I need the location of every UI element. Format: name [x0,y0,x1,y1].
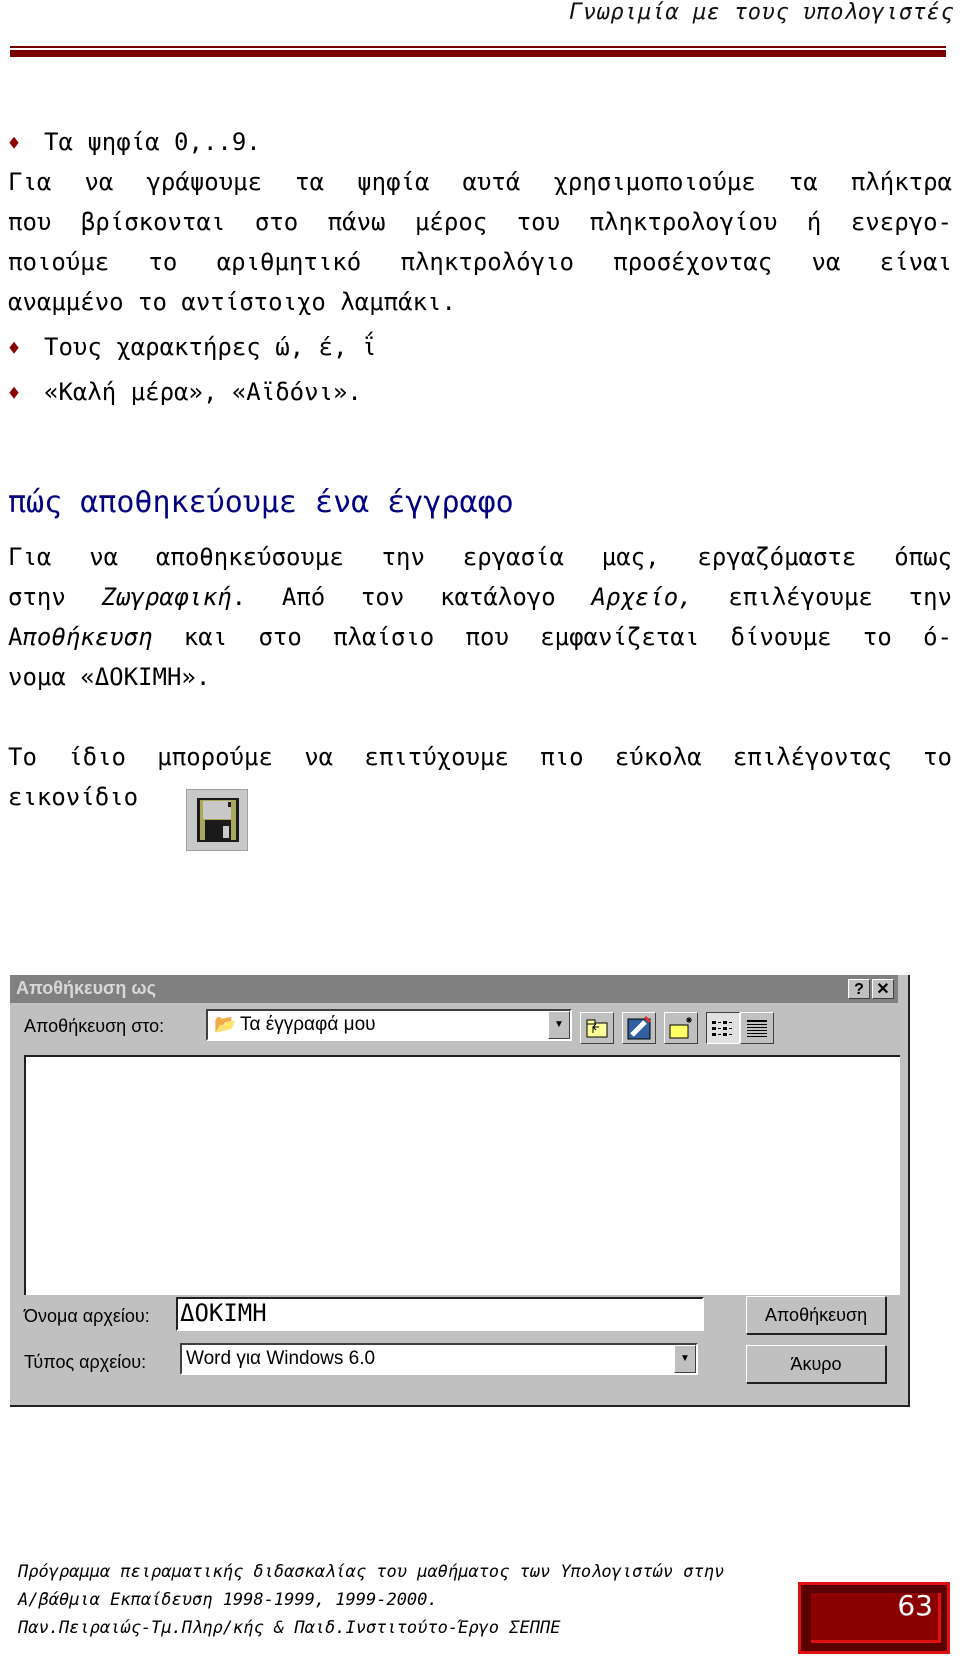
folder-open-icon: 📂 [214,1014,237,1034]
save-in-label: Αποθήκευση στο: [24,1016,165,1036]
paragraph-line: νομα «ΔΟΚΙΜΗ». [8,663,211,691]
filetype-label: Τύπος αρχείου: [24,1352,147,1372]
filetype-dropdown[interactable]: Word για Windows 6.0 ▼ [180,1343,698,1375]
page-number-badge: 63 [798,1582,950,1654]
save-in-dropdown[interactable]: 📂 Τα έγγραφά μου ▼ [206,1009,572,1041]
list-item-characters: ♦ Τους χαρακτήρες ώ, έ, ΐ [8,327,376,368]
text-run-italic: Αρχείο, [591,583,693,611]
chevron-down-icon[interactable]: ▼ [548,1011,570,1039]
header-rule-thin [10,46,946,48]
paragraph-line: εικονίδιο [8,783,139,811]
list-item-text: Τους χαρακτήρες ώ, έ, ΐ [44,333,377,361]
new-folder-button[interactable] [664,1012,698,1044]
text-run: και στο πλαίσιο που εμφανίζεται δίνουμε … [152,623,952,651]
paragraph-line: που βρίσκονται στο πάνω μέρος του πληκτρ… [8,208,952,236]
list-item-digits: ♦ Τα ψηφία 0,..9. [8,122,261,163]
save-in-value: Τα έγγραφά μου [240,1014,376,1035]
list-view-button[interactable] [706,1012,740,1044]
file-list-pane[interactable] [24,1055,900,1295]
save-as-dialog: Αποθήκευση ως ? ✕ Αποθήκευση στο: 📂 Τα έ… [10,975,910,1407]
header-rule-thick [10,50,946,57]
running-header-title: Γνωριμία με τους υπολογιστές [569,0,954,25]
diamond-bullet-icon: ♦ [8,336,21,360]
filename-value: ΔΟΚΙΜΗ [180,1299,267,1327]
chevron-down-icon[interactable]: ▼ [674,1345,696,1373]
paragraph-line: Για να γράψουμε τα ψηφία αυτά χρησιμοποι… [8,168,952,196]
filetype-value: Word για Windows 6.0 [186,1348,376,1369]
section-heading: πώς αποθηκεύουμε ένα έγγραφο [8,485,514,520]
dialog-title: Αποθήκευση ως [16,978,156,998]
text-run: . Από τον κατάλογο [231,583,592,611]
paragraph-line: στην Ζωγραφική. Από τον κατάλογο Αρχείο,… [8,577,952,617]
text-run: επιλέγουμε την [692,583,952,611]
list-item-phrases: ♦ «Καλή μέρα», «Αϊδόνι». [8,372,362,413]
text-run: στην [8,583,102,611]
footer-line: Παν.Πειραιώς-Τμ.Πληρ/κής & Παιδ.Ινστιτού… [18,1618,561,1638]
cancel-button[interactable]: Άκυρο [746,1345,886,1383]
diamond-bullet-icon: ♦ [8,131,21,155]
help-button[interactable]: ? [848,979,870,999]
list-item-text: Τα ψηφία 0,..9. [44,128,261,156]
filename-input[interactable]: ΔΟΚΙΜΗ [176,1297,704,1331]
favorites-button[interactable] [622,1012,656,1044]
paragraph-line: Το ίδιο μπορούμε να επιτύχουμε πιο εύκολ… [8,743,952,771]
footer-line: Α/βάθμια Εκπαίδευση 1998-1999, 1999-2000… [18,1590,438,1610]
page-number: 63 [897,1589,933,1622]
paragraph-line: αναμμένο το αντίστοιχο λαμπάκι. [8,288,456,316]
footer-line: Πρόγραμμα πειραματικής διδασκαλίας του μ… [18,1562,725,1582]
close-button[interactable]: ✕ [872,979,894,999]
filename-label: Όνομα αρχείου: [24,1306,150,1326]
text-run: Α [8,623,23,651]
paragraph-line: Για να αποθηκεύσουμε την εργασία μας, ερ… [8,543,952,571]
floppy-disk-save-icon[interactable] [186,789,248,851]
text-run-italic: Ζωγραφική [101,583,232,611]
paragraph-line: Αποθήκευση και στο πλαίσιο που εμφανίζετ… [8,617,952,657]
text-run-italic: ποθήκευση [22,623,153,651]
paragraph-line: ποιούμε το αριθμητικό πληκτρολόγιο προσέ… [8,248,952,276]
dialog-titlebar[interactable]: Αποθήκευση ως ? ✕ [10,975,898,1003]
details-view-button[interactable] [740,1012,774,1044]
list-item-text: «Καλή μέρα», «Αϊδόνι». [44,378,362,406]
diamond-bullet-icon: ♦ [8,381,21,405]
up-one-level-button[interactable] [580,1012,614,1044]
save-button[interactable]: Αποθήκευση [746,1296,886,1334]
